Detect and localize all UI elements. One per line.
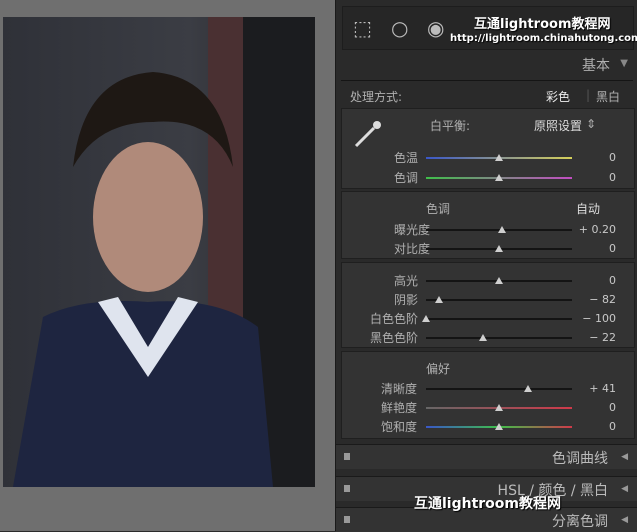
shadows-value[interactable]: − 82 [589,293,616,306]
panel-toggle-icon[interactable] [344,453,350,460]
expand-arrow-icon: ◀ [621,452,628,462]
panel-toggle-icon[interactable] [344,516,350,523]
shadows-thumb[interactable] [435,296,444,303]
blacks-label: 黑色色阶 [370,331,419,345]
photo-canvas [0,0,335,531]
clarity-value[interactable]: + 41 [589,382,616,395]
tone-curve-title: 色调曲线 [552,451,608,467]
watermark-site: 互通lightroom教程网 [474,17,611,32]
eyedropper-icon[interactable] [350,116,386,152]
vibrance-label: 鲜艳度 [381,401,418,415]
tone-curve-panel-header[interactable]: 色调曲线 ◀ [336,444,637,469]
contrast-value[interactable]: 0 [609,242,616,255]
whites-label: 白色色阶 [370,312,419,326]
tint-slider[interactable] [426,174,572,181]
tint-thumb[interactable] [495,174,503,181]
saturation-value[interactable]: 0 [609,420,616,433]
saturation-label: 饱和度 [381,420,418,434]
highlights-label: 高光 [394,274,419,288]
exposure-label: 曝光度 [394,223,431,237]
whites-slider[interactable] [422,315,572,322]
clarity-label: 清晰度 [381,382,418,396]
highlights-thumb[interactable] [495,277,503,284]
collapse-arrow-icon[interactable]: ▼ [620,58,628,69]
shadows-slider[interactable] [426,296,572,303]
clarity-slider[interactable] [426,385,572,392]
develop-panel: ⬚ ○ ◉ 互通lightroom教程网 http://lightroom.ch… [335,0,637,532]
presence-label: 偏好 [426,362,451,376]
treatment-divider: | [586,88,591,102]
wb-select[interactable]: 原照设置 [534,117,582,134]
redeye-icon[interactable]: ◉ [427,18,444,38]
saturation-slider[interactable] [426,423,572,430]
vibrance-thumb[interactable] [495,404,503,411]
clarity-thumb[interactable] [524,385,533,392]
highlights-value[interactable]: 0 [609,274,616,287]
contrast-label: 对比度 [394,242,431,256]
temp-label: 色温 [394,151,419,165]
tone-label: 色调 [426,202,451,216]
expand-arrow-icon: ◀ [621,515,628,525]
tool-strip: ⬚ ○ ◉ 互通lightroom教程网 http://lightroom.ch… [342,6,637,50]
blacks-thumb[interactable] [478,334,487,341]
whites-value[interactable]: − 100 [582,312,616,325]
treatment-color-button[interactable]: 彩色 [546,88,570,105]
temp-thumb[interactable] [495,154,503,161]
divider [341,80,633,81]
crop-tool-icon[interactable]: ⬚ [353,18,372,38]
basic-panel-title[interactable]: 基本 [582,55,610,75]
watermark-url: http://lightroom.chinahutong.com/ [450,33,637,44]
wb-select-arrow-icon: ⇕ [586,117,597,131]
tint-value[interactable]: 0 [609,171,616,184]
contrast-thumb[interactable] [495,245,503,252]
exposure-value[interactable]: + 0.20 [579,223,616,236]
exposure-slider[interactable] [426,226,572,233]
spot-removal-icon[interactable]: ○ [391,18,408,38]
wb-label: 白平衡: [430,119,471,133]
vibrance-slider[interactable] [426,404,572,411]
expand-arrow-icon: ◀ [621,484,628,494]
whites-thumb[interactable] [422,315,430,322]
temp-slider[interactable] [426,154,572,161]
temp-value[interactable]: 0 [609,151,616,164]
blacks-value[interactable]: − 22 [589,331,616,344]
saturation-thumb[interactable] [495,423,503,430]
treatment-bw-button[interactable]: 黑白 [596,88,620,105]
tint-label: 色调 [394,171,419,185]
tone-auto-button[interactable]: 自动 [576,200,600,217]
portrait-photo [3,17,315,487]
split-toning-title: 分离色调 [552,514,608,530]
exposure-thumb[interactable] [497,226,506,233]
shadows-label: 阴影 [394,293,419,307]
panel-toggle-icon[interactable] [344,485,350,492]
treatment-label: 处理方式: [350,90,403,104]
wechat-watermark: 互通lightroom教程网 [414,496,562,512]
highlights-slider[interactable] [426,277,572,284]
blacks-slider[interactable] [426,334,572,341]
vibrance-value[interactable]: 0 [609,401,616,414]
contrast-slider[interactable] [426,245,572,252]
